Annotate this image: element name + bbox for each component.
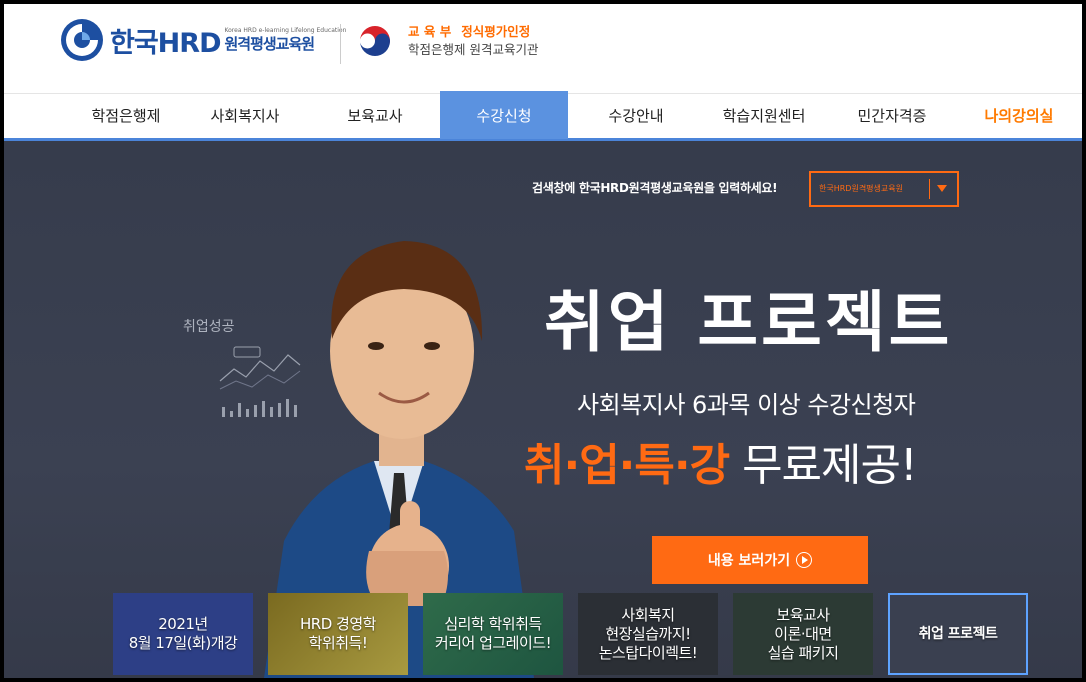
- dropdown-separator: [929, 179, 930, 199]
- nav-enrollment[interactable]: 수강신청: [440, 91, 568, 139]
- thumb-label: HRD 경영학 학위취득!: [300, 615, 376, 652]
- chart-label: 취업성공: [183, 319, 235, 335]
- thumb-psychology-degree[interactable]: 심리학 학위취득 커리어 업그레이드!: [423, 593, 563, 675]
- nav-social-worker[interactable]: 사회복지사: [190, 94, 300, 138]
- ministry-name: 교 육 부: [408, 24, 452, 39]
- thumb-label: 사회복지 현장실습까지! 논스탑다이렉트!: [598, 605, 698, 662]
- nav-learning-support[interactable]: 학습지원센터: [704, 94, 824, 138]
- logo-tagline: Korea HRD e-learning Lifelong Education: [224, 27, 347, 34]
- thumb-opening-date[interactable]: 2021년 8월 17일(화)개강: [113, 593, 253, 675]
- hero-title: 취업 프로젝트: [544, 284, 953, 361]
- headline-highlight: 취·업·특·강: [524, 440, 730, 491]
- logo-main-text: 한국HRD: [110, 27, 221, 59]
- cta-label: 내용 보러가기: [707, 553, 791, 569]
- site-logo[interactable]: 한국HRD Korea HRD e-learning Lifelong Educ…: [60, 18, 346, 62]
- thumb-label: 취업 프로젝트: [918, 625, 998, 642]
- main-nav: 학점은행제 사회복지사 보육교사 수강신청 수강안내 학습지원센터 민간자격증 …: [4, 91, 1082, 141]
- ministry-certification: 교 육 부 정식평가인정 학점은행제 원격교육기관: [356, 22, 540, 60]
- search-value: 한국HRD원격평생교육원: [819, 184, 903, 193]
- search-hint: 검색창에 한국HRD원격평생교육원을 입력하세요!: [532, 181, 778, 195]
- hero-headline: 취·업·특·강 무료제공!: [524, 429, 918, 493]
- thumb-label: 2021년 8월 17일(화)개강: [128, 615, 238, 652]
- nav-private-cert[interactable]: 민간자격증: [834, 94, 950, 138]
- nav-childcare-teacher[interactable]: 보육교사: [320, 94, 430, 138]
- chevron-down-icon: [937, 185, 947, 192]
- hrd-logo-icon: [61, 19, 103, 61]
- institution-desc: 학점은행제 원격교육기관: [408, 42, 539, 57]
- nav-my-classroom[interactable]: 나의강의실: [964, 94, 1074, 138]
- site-header: 한국HRD Korea HRD e-learning Lifelong Educ…: [4, 4, 1082, 93]
- page-frame: 한국HRD Korea HRD e-learning Lifelong Educ…: [4, 4, 1082, 678]
- taegeuk-icon: [357, 23, 393, 59]
- hero-subtitle: 사회복지사 6과목 이상 수강신청자: [577, 391, 916, 419]
- logo-sub-text: 원격평생교육원: [224, 35, 315, 53]
- thumb-childcare-package[interactable]: 보육교사 이론·대면 실습 패키지: [733, 593, 873, 675]
- thumb-label: 심리학 학위취득 커리어 업그레이드!: [434, 615, 552, 652]
- search-dropdown[interactable]: 한국HRD원격평생교육원: [809, 171, 959, 207]
- thumb-social-work-practice[interactable]: 사회복지 현장실습까지! 논스탑다이렉트!: [578, 593, 718, 675]
- thumb-business-degree[interactable]: HRD 경영학 학위취득!: [268, 593, 408, 675]
- view-content-button[interactable]: 내용 보러가기: [652, 536, 868, 584]
- play-icon: [796, 552, 813, 568]
- thumb-employment-project[interactable]: 취업 프로젝트: [888, 593, 1028, 675]
- certification-text: 정식평가인정: [461, 24, 531, 39]
- hero-banner: 검색창에 한국HRD원격평생교육원을 입력하세요! 한국HRD원격평생교육원 취…: [4, 141, 1082, 678]
- thumb-label: 보육교사 이론·대면 실습 패키지: [767, 605, 839, 662]
- headline-rest: 무료제공!: [729, 440, 918, 491]
- nav-course-guide[interactable]: 수강안내: [576, 94, 696, 138]
- nav-credit-bank[interactable]: 학점은행제: [68, 94, 184, 138]
- header-divider: [340, 24, 341, 64]
